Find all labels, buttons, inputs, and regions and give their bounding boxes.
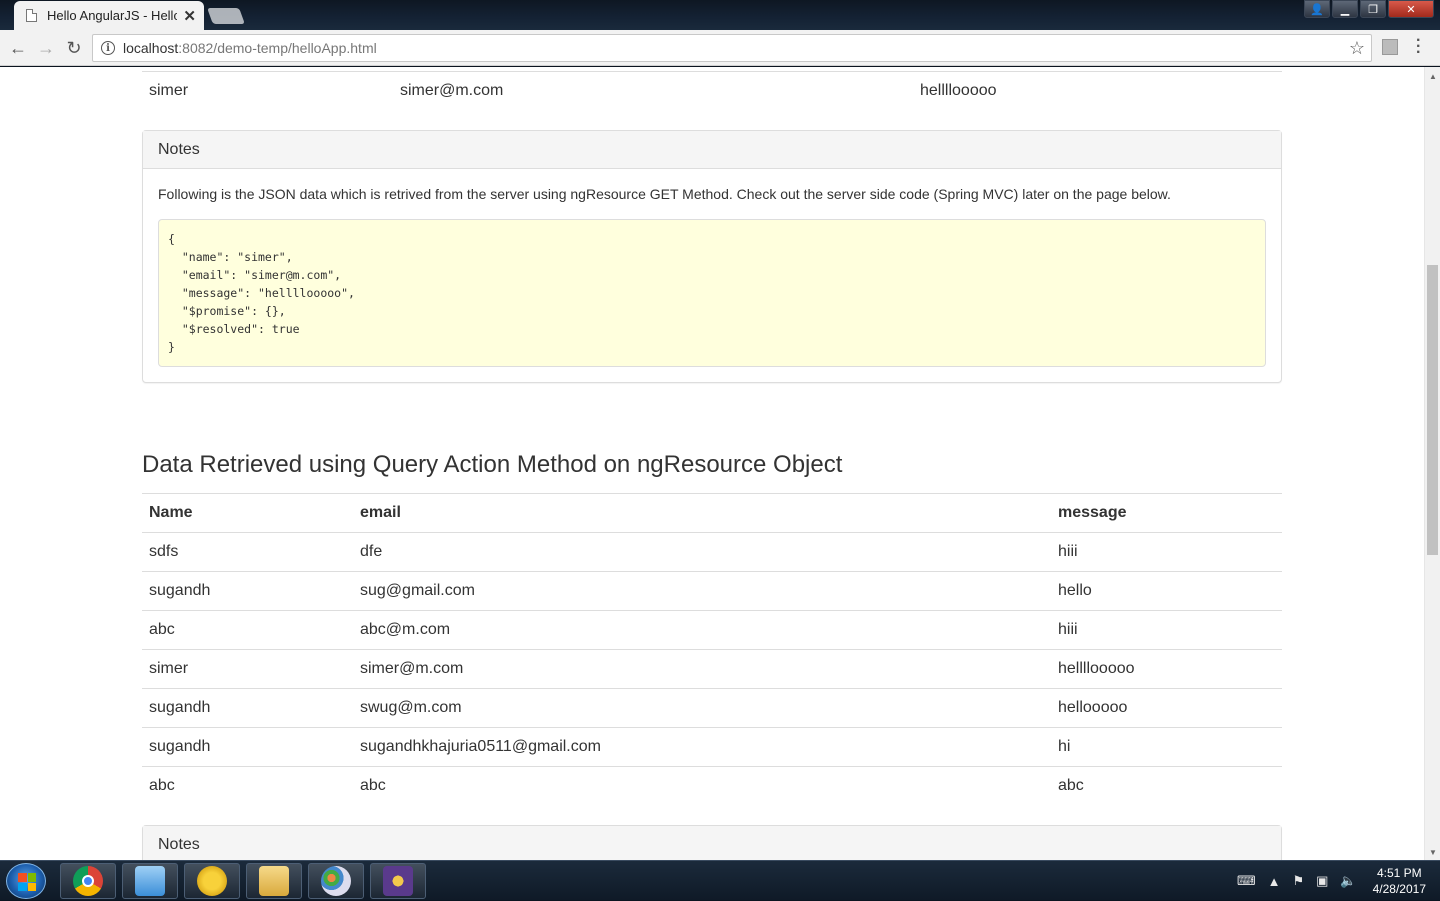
folder-icon <box>259 866 289 896</box>
browser-toolbar: ← → ↻ i localhost:8082/demo-temp/helloAp… <box>0 30 1440 66</box>
browser-tab[interactable]: Hello AngularJS - Hello W ✕ <box>14 1 204 30</box>
cell-email: simer@m.com <box>353 649 1051 689</box>
cell-name: sdfs <box>142 532 353 572</box>
network-icon[interactable]: ▣ <box>1316 873 1328 889</box>
table-row: abc abc abc <box>142 766 1282 806</box>
cell-email: abc <box>353 766 1051 806</box>
panel-body: Following is the JSON data which is retr… <box>143 169 1281 382</box>
system-tray: ⌨ ▲ ⚑ ▣ 🔈 4:51 PM 4/28/2017 <box>1231 861 1440 901</box>
chrome-icon <box>73 866 103 896</box>
cell-name: sugandh <box>142 727 353 767</box>
notes-text: Following is the JSON data which is retr… <box>158 186 1171 202</box>
action-center-flag-icon[interactable]: ⚑ <box>1292 873 1304 889</box>
forward-icon[interactable]: → <box>35 37 57 59</box>
user-icon[interactable]: 👤 <box>1304 0 1330 18</box>
cell-email: abc@m.com <box>353 610 1051 650</box>
info-icon[interactable]: i <box>101 41 115 55</box>
cell-message: hiii <box>1051 610 1282 650</box>
bookmark-star-icon[interactable]: ☆ <box>1349 38 1365 59</box>
back-icon[interactable]: ← <box>7 37 29 59</box>
tab-title: Hello AngularJS - Hello W <box>47 8 178 23</box>
table-row: sugandh swug@m.com hellooooo <box>142 688 1282 728</box>
address-bar[interactable]: i localhost:8082/demo-temp/helloApp.html… <box>92 34 1372 62</box>
cell-message: hiii <box>1051 532 1282 572</box>
vlc-icon <box>197 866 227 896</box>
remote-desktop-icon <box>135 866 165 896</box>
table-header-row: Name email message <box>142 493 1282 533</box>
scrollbar-thumb[interactable] <box>1427 265 1438 555</box>
column-header: email <box>353 493 1051 533</box>
cell-name: simer <box>149 82 189 99</box>
cell-email: dfe <box>353 532 1051 572</box>
file-explorer-taskbar-button[interactable] <box>246 863 302 899</box>
new-tab-button[interactable] <box>207 8 245 24</box>
scroll-down-icon[interactable]: ▼ <box>1429 848 1437 857</box>
window-controls: 👤 ▁ ❐ ✕ <box>1304 0 1434 18</box>
paint-taskbar-button[interactable] <box>308 863 364 899</box>
gear-icon <box>383 866 413 896</box>
remote-desktop-taskbar-button[interactable] <box>122 863 178 899</box>
clock-time: 4:51 PM <box>1376 866 1422 880</box>
menu-icon[interactable]: · · · <box>1416 33 1421 61</box>
cell-name: simer <box>142 649 353 689</box>
cell-email: sugandhkhajuria0511@gmail.com <box>353 727 1051 767</box>
extension-icon[interactable] <box>1382 39 1398 55</box>
cell-message: hellllooooo <box>1051 649 1282 689</box>
panel-heading: Notes <box>143 826 1281 860</box>
keyboard-icon[interactable]: ⌨ <box>1237 873 1256 889</box>
vlc-taskbar-button[interactable] <box>184 863 240 899</box>
vertical-scrollbar[interactable]: ▲ ▼ <box>1424 67 1440 860</box>
minimize-button[interactable]: ▁ <box>1332 0 1358 18</box>
start-button[interactable] <box>6 863 46 899</box>
scroll-up-icon[interactable]: ▲ <box>1429 72 1437 81</box>
cell-message: hellllooooo <box>920 82 997 99</box>
cell-message: abc <box>1051 766 1282 806</box>
cell-name: abc <box>142 610 353 650</box>
table-row: sugandh sug@gmail.com hello <box>142 571 1282 611</box>
close-window-button[interactable]: ✕ <box>1388 0 1434 18</box>
cell-email: sug@gmail.com <box>353 571 1051 611</box>
notes-panel-2: Notes <box>142 825 1282 860</box>
java-ee-ide-taskbar-button[interactable] <box>370 863 426 899</box>
windows-taskbar: ⌨ ▲ ⚑ ▣ 🔈 4:51 PM 4/28/2017 <box>0 860 1440 900</box>
show-hidden-icons-icon[interactable]: ▲ <box>1268 874 1281 889</box>
json-output: { "name": "simer", "email": "simer@m.com… <box>158 219 1266 367</box>
windows-logo-icon <box>18 873 36 891</box>
reload-icon[interactable]: ↻ <box>63 37 85 59</box>
url-host: localhost <box>123 40 179 56</box>
panel-heading: Notes <box>143 131 1281 169</box>
column-header: Name <box>142 493 353 533</box>
table-row: sdfs dfe hiii <box>142 532 1282 572</box>
section-title: Data Retrieved using Query Action Method… <box>142 451 843 478</box>
browser-titlebar: Hello AngularJS - Hello W ✕ 👤 ▁ ❐ ✕ <box>0 0 1440 30</box>
volume-icon[interactable]: 🔈 <box>1340 873 1356 889</box>
chrome-taskbar-button[interactable] <box>60 863 116 899</box>
cell-name: sugandh <box>142 688 353 728</box>
column-header: message <box>1051 493 1282 533</box>
query-results-table: Name email message sdfs dfe hiii sugandh… <box>142 493 1282 806</box>
cell-message: hellooooo <box>1051 688 1282 728</box>
table-row: sugandh sugandhkhajuria0511@gmail.com hi <box>142 727 1282 767</box>
cell-name: abc <box>142 766 353 806</box>
cell-email: swug@m.com <box>353 688 1051 728</box>
table-row: simer simer@m.com hellllooooo <box>142 649 1282 689</box>
paint-palette-icon <box>321 866 351 896</box>
page-viewport: simer simer@m.com hellllooooo Notes Foll… <box>0 67 1424 860</box>
restore-button[interactable]: ❐ <box>1360 0 1386 18</box>
cell-message: hello <box>1051 571 1282 611</box>
page-icon <box>26 9 37 22</box>
cell-email: simer@m.com <box>400 82 504 99</box>
cell-message: hi <box>1051 727 1282 767</box>
tab-close-icon[interactable]: ✕ <box>183 7 196 25</box>
table-row: simer simer@m.com hellllooooo <box>142 71 1282 110</box>
clock-date: 4/28/2017 <box>1372 882 1426 896</box>
url-path: :8082/demo-temp/helloApp.html <box>178 40 377 56</box>
clock[interactable]: 4:51 PM 4/28/2017 <box>1373 865 1426 897</box>
table-row: abc abc@m.com hiii <box>142 610 1282 650</box>
cell-name: sugandh <box>142 571 353 611</box>
notes-panel: Notes Following is the JSON data which i… <box>142 130 1282 383</box>
